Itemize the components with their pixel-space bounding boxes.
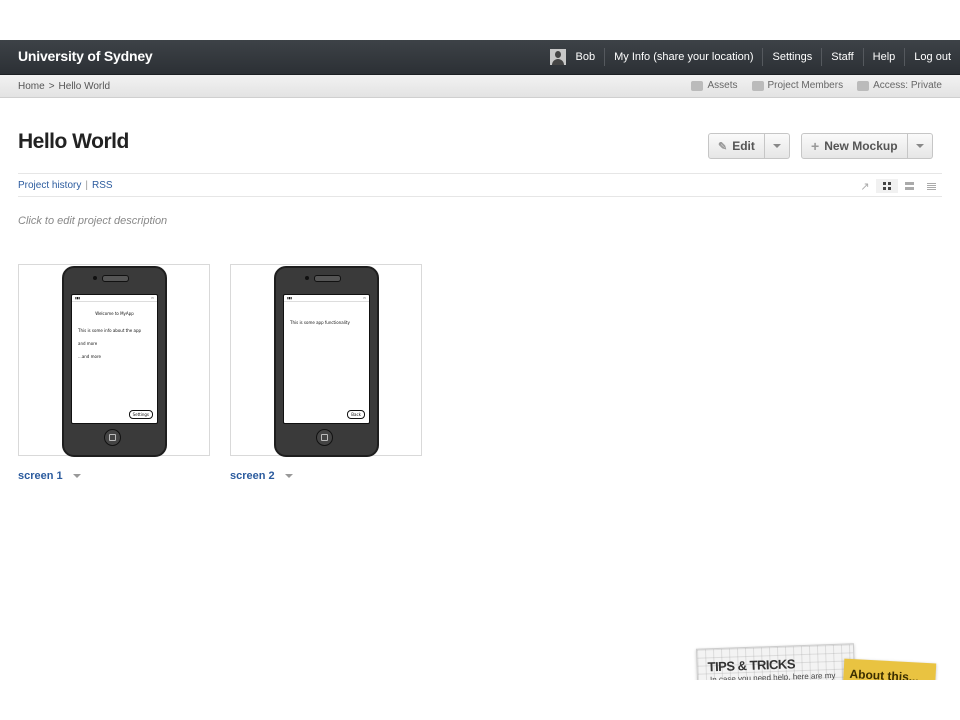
brand-logo-text[interactable]: University of Sydney [18, 48, 153, 64]
assets-icon [691, 80, 704, 91]
phone-mockup: ▮▮▮ ▭ This is some app functionality Back [274, 266, 379, 457]
row-view-icon[interactable] [898, 179, 920, 193]
phone-mockup: ▮▮▮ ▭ Welcome to MyApp This is some info … [62, 266, 167, 457]
top-navigation-bar: University of Sydney Bob My Info (share … [0, 40, 960, 75]
speaker-icon [102, 275, 129, 282]
settings-link[interactable]: Settings [762, 48, 821, 66]
my-info-link[interactable]: My Info (share your location) [604, 48, 762, 66]
edit-button-group: ✎ Edit [708, 133, 790, 159]
screen-text: ...and more [78, 354, 101, 359]
list-view-icon[interactable] [920, 179, 942, 193]
link-separator: | [85, 180, 88, 191]
edit-button[interactable]: ✎ Edit [708, 133, 765, 159]
help-link[interactable]: Help [862, 48, 905, 66]
edit-dropdown-button[interactable] [764, 133, 790, 159]
new-mockup-button[interactable]: + New Mockup [801, 133, 908, 159]
plus-icon: + [811, 138, 820, 154]
breadcrumb-separator: > [48, 81, 55, 92]
phone-screen: ▮▮▮ ▭ Welcome to MyApp This is some info … [71, 294, 158, 424]
screen-text: This is some app functionality [290, 320, 350, 325]
project-description[interactable]: Click to edit project description [18, 215, 167, 227]
tips-title: TIPS & TRICKS [707, 656, 796, 675]
mockup-label-1: screen 1 [18, 470, 81, 482]
lock-icon [857, 80, 870, 91]
screen-text: This is some info about the app [78, 328, 142, 333]
project-members-link[interactable]: Project Members [751, 80, 844, 91]
screen-title: Welcome to MyApp [95, 311, 134, 316]
user-menu[interactable]: Bob [541, 48, 605, 66]
view-mode-toolbar: ↗ [854, 179, 942, 193]
camera-icon [93, 276, 97, 280]
project-sublinks: Project history | RSS [18, 180, 113, 191]
avatar [549, 49, 566, 65]
speaker-icon [314, 275, 341, 282]
mockup-thumbnail-2[interactable]: ▮▮▮ ▭ This is some app functionality Back [230, 264, 422, 457]
divider [18, 173, 942, 174]
project-history-link[interactable]: Project history [18, 180, 81, 191]
access-link[interactable]: Access: Private [857, 80, 942, 91]
mockup-name-link[interactable]: screen 2 [230, 470, 275, 482]
chevron-down-icon [772, 144, 781, 148]
breadcrumb-current: Hello World [58, 81, 111, 92]
export-arrow-icon[interactable]: ↗ [854, 179, 876, 193]
grid-view-icon[interactable] [876, 179, 898, 193]
assets-label: Assets [707, 80, 738, 91]
mockup-label-2: screen 2 [230, 470, 293, 482]
breadcrumb: Home > Hello World [18, 81, 110, 92]
chevron-down-icon [915, 144, 924, 148]
page-title: Hello World [18, 130, 129, 153]
members-icon [751, 80, 764, 91]
assets-link[interactable]: Assets [691, 80, 738, 91]
project-members-label: Project Members [767, 80, 844, 91]
breadcrumb-bar: Home > Hello World Assets Project Member… [0, 75, 960, 98]
edit-button-label: Edit [732, 139, 755, 153]
top-nav-menu: Bob My Info (share your location) Settin… [541, 40, 960, 74]
status-bar: ▮▮▮ ▭ [284, 295, 369, 302]
new-mockup-dropdown-button[interactable] [907, 133, 933, 159]
chevron-down-icon[interactable] [72, 474, 81, 478]
mockup-name-link[interactable]: screen 1 [18, 470, 63, 482]
divider [18, 196, 942, 197]
breadcrumb-home[interactable]: Home [18, 81, 45, 92]
screen-back-button: Back [347, 410, 365, 419]
rss-link[interactable]: RSS [92, 180, 113, 191]
logout-link[interactable]: Log out [904, 48, 960, 66]
project-meta-links: Assets Project Members Access: Private [691, 80, 942, 91]
chevron-down-icon[interactable] [284, 474, 293, 478]
staff-link[interactable]: Staff [821, 48, 862, 66]
page-bottom-margin [0, 680, 960, 720]
screen-text: and more [78, 341, 98, 346]
mockup-thumbnail-1[interactable]: ▮▮▮ ▭ Welcome to MyApp This is some info … [18, 264, 210, 457]
user-name: Bob [575, 51, 596, 63]
access-label: Access: Private [873, 80, 942, 91]
phone-screen: ▮▮▮ ▭ This is some app functionality Back [283, 294, 370, 424]
pencil-icon: ✎ [718, 140, 728, 153]
status-bar: ▮▮▮ ▭ [72, 295, 157, 302]
camera-icon [305, 276, 309, 280]
new-mockup-button-group: + New Mockup [801, 133, 933, 159]
home-button-icon [104, 429, 121, 446]
new-mockup-button-label: New Mockup [824, 139, 898, 153]
screen-settings-button: Settings [128, 410, 153, 419]
home-button-icon [316, 429, 333, 446]
